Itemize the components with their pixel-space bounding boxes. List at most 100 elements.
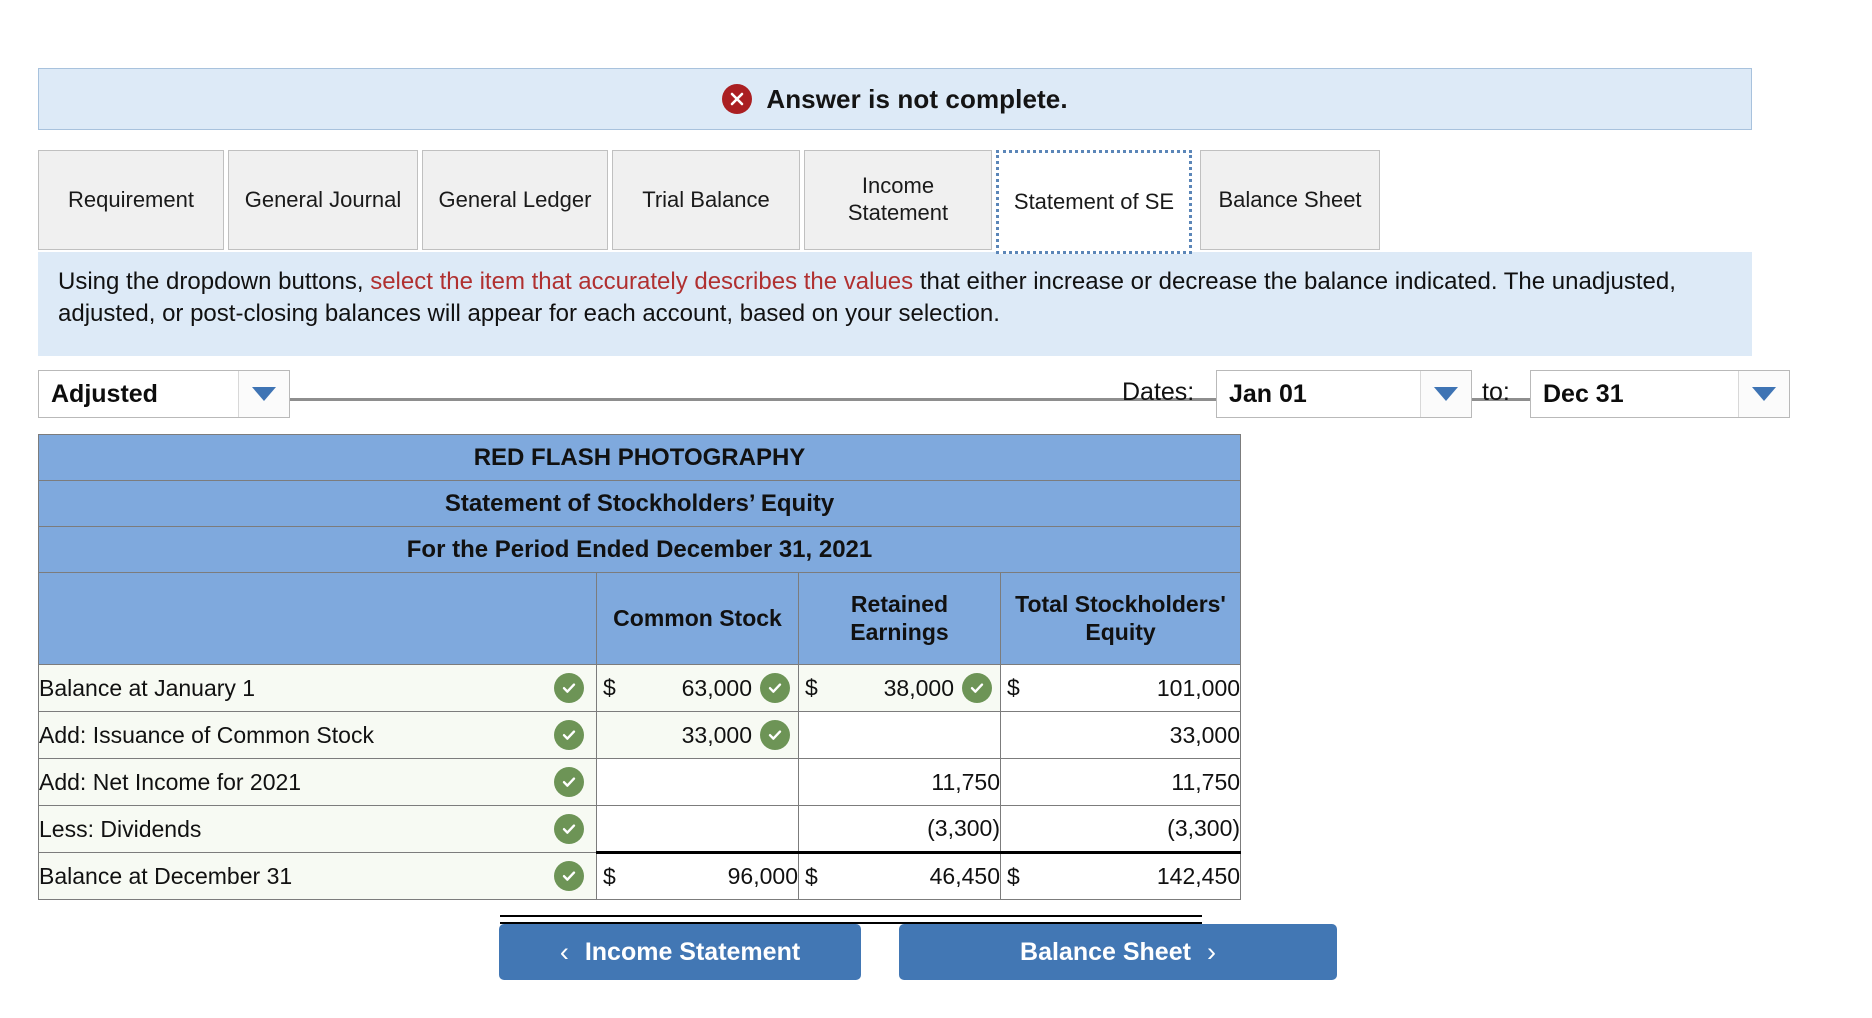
tab-statement-of-se[interactable]: Statement of SE bbox=[996, 150, 1192, 254]
alert-content: Answer is not complete. bbox=[722, 83, 1068, 115]
row-label: Add: Net Income for 2021 bbox=[39, 768, 302, 795]
alert-banner: Answer is not complete. bbox=[38, 68, 1752, 130]
column-header-blank bbox=[38, 572, 597, 665]
chevron-left-icon: ‹ bbox=[559, 936, 569, 967]
chevron-down-icon[interactable] bbox=[1738, 371, 1789, 417]
tabs-row: Requirement General Journal General Ledg… bbox=[38, 150, 1384, 254]
cell-common-stock: $ 96,000 bbox=[596, 851, 799, 900]
alert-message: Answer is not complete. bbox=[766, 83, 1068, 114]
table-row-title: Statement of Stockholders’ Equity bbox=[37, 480, 1242, 527]
cell-common-stock bbox=[596, 805, 799, 853]
tab-income-statement-label: Income Statement bbox=[847, 173, 949, 225]
error-x-icon bbox=[722, 84, 753, 114]
previous-income-statement-button[interactable]: ‹ Income Statement bbox=[499, 924, 861, 980]
table-row-total: Balance at December 31 $ 96,000 $ 46,450… bbox=[38, 851, 1242, 900]
cell-retained-earnings: $ 38,000 bbox=[798, 664, 1001, 712]
statement-title: Statement of Stockholders’ Equity bbox=[37, 480, 1242, 527]
tab-balance-sheet[interactable]: Balance Sheet bbox=[1200, 150, 1380, 250]
currency-symbol: $ bbox=[1007, 863, 1020, 889]
instruction-highlight: select the item that accurately describe… bbox=[370, 268, 914, 295]
cell-value: 101,000 bbox=[1156, 674, 1241, 701]
check-circle-icon bbox=[554, 673, 584, 703]
statement-period: For the Period Ended December 31, 2021 bbox=[37, 526, 1242, 573]
cell-total-se: $ 101,000 bbox=[999, 664, 1242, 712]
tab-general-journal-label: General Journal bbox=[244, 186, 402, 212]
currency-symbol: $ bbox=[603, 674, 616, 701]
cell-retained-earnings: $ 46,450 bbox=[798, 851, 1001, 900]
cell-value: (3,300) bbox=[1167, 815, 1241, 841]
cell-total-se: $ 142,450 bbox=[999, 851, 1242, 900]
total-double-underline bbox=[500, 915, 1202, 924]
column-header-common-stock: Common Stock bbox=[596, 572, 799, 665]
row-label-cell[interactable]: Less: Dividends bbox=[38, 805, 597, 853]
tab-statement-of-se-label: Statement of SE bbox=[1013, 188, 1175, 214]
balance-basis-dropdown[interactable]: Adjusted bbox=[38, 370, 290, 418]
tab-trial-balance[interactable]: Trial Balance bbox=[612, 150, 800, 250]
row-label-cell[interactable]: Add: Net Income for 2021 bbox=[38, 758, 597, 806]
check-circle-icon bbox=[554, 814, 584, 844]
tab-requirement-label: Requirement bbox=[68, 186, 194, 212]
row-label: Balance at January 1 bbox=[39, 674, 256, 701]
check-circle-icon bbox=[554, 767, 584, 797]
cell-total-se: 33,000 bbox=[999, 711, 1242, 759]
cell-value: 38,000 bbox=[883, 674, 954, 701]
next-button-label: Balance Sheet bbox=[1020, 937, 1191, 966]
cell-retained-earnings: (3,300) bbox=[798, 805, 1001, 853]
check-circle-icon bbox=[760, 720, 790, 750]
cell-common-stock: 33,000 bbox=[596, 711, 799, 759]
controls-row: Adjusted Dates: Jan 01 to: Dec 31 bbox=[38, 370, 1790, 420]
table-row-company: RED FLASH PHOTOGRAPHY bbox=[37, 434, 1242, 481]
cell-value: (3,300) bbox=[927, 815, 1000, 841]
row-label-cell[interactable]: Balance at December 31 bbox=[38, 852, 597, 900]
row-label-cell[interactable]: Add: Issuance of Common Stock bbox=[38, 711, 597, 759]
tab-income-statement[interactable]: Income Statement bbox=[804, 150, 992, 250]
previous-button-label: Income Statement bbox=[584, 937, 801, 966]
check-circle-icon bbox=[554, 861, 584, 891]
currency-symbol: $ bbox=[1007, 674, 1020, 701]
cell-value: 96,000 bbox=[727, 863, 798, 889]
column-header-total-se: Total Stockholders' Equity bbox=[999, 572, 1242, 665]
cell-value: 46,450 bbox=[929, 863, 1000, 889]
column-header-retained-earnings: Retained Earnings bbox=[798, 572, 1001, 665]
cell-value: 142,450 bbox=[1156, 863, 1241, 889]
cell-value: 33,000 bbox=[1169, 721, 1241, 748]
check-circle-icon bbox=[760, 673, 790, 703]
table-row: Add: Issuance of Common Stock 33,000 33,… bbox=[38, 711, 1242, 759]
currency-symbol: $ bbox=[805, 674, 818, 701]
cell-total-se: 11,750 bbox=[999, 758, 1242, 806]
tab-strip: Requirement General Journal General Ledg… bbox=[38, 150, 1752, 401]
table-row: Add: Net Income for 2021 11,750 11,750 bbox=[38, 758, 1242, 806]
cell-value: 11,750 bbox=[1171, 768, 1241, 795]
date-from-dropdown[interactable]: Jan 01 bbox=[1216, 370, 1472, 418]
instruction-panel: Using the dropdown buttons, select the i… bbox=[38, 252, 1752, 356]
tab-general-journal[interactable]: General Journal bbox=[228, 150, 418, 250]
cell-value: 33,000 bbox=[681, 721, 752, 748]
table-row: Balance at January 1 $ 63,000 $ 38,000 $… bbox=[38, 664, 1242, 712]
table-row-column-headers: Common Stock Retained Earnings Total Sto… bbox=[38, 572, 1242, 665]
next-balance-sheet-button[interactable]: Balance Sheet › bbox=[899, 924, 1337, 980]
company-name: RED FLASH PHOTOGRAPHY bbox=[37, 434, 1242, 481]
tab-requirement[interactable]: Requirement bbox=[38, 150, 224, 250]
date-to-value: Dec 31 bbox=[1543, 379, 1624, 408]
balance-basis-value: Adjusted bbox=[51, 379, 158, 408]
row-label-cell[interactable]: Balance at January 1 bbox=[38, 664, 597, 712]
row-label: Balance at December 31 bbox=[39, 862, 293, 889]
statement-of-se-page: Answer is not complete. Requirement Gene… bbox=[0, 0, 1872, 1018]
check-circle-icon bbox=[962, 673, 992, 703]
chevron-down-icon[interactable] bbox=[238, 371, 289, 417]
tab-general-ledger[interactable]: General Ledger bbox=[422, 150, 608, 250]
row-label: Less: Dividends bbox=[39, 815, 202, 842]
instruction-part1: Using the dropdown buttons, bbox=[58, 268, 371, 295]
cell-value: 63,000 bbox=[681, 674, 752, 701]
chevron-down-icon[interactable] bbox=[1420, 371, 1471, 417]
currency-symbol: $ bbox=[805, 863, 818, 889]
cell-common-stock bbox=[596, 758, 799, 806]
date-from-value: Jan 01 bbox=[1229, 379, 1307, 408]
table-row-period: For the Period Ended December 31, 2021 bbox=[37, 526, 1242, 573]
chevron-right-icon: › bbox=[1206, 936, 1216, 967]
date-to-dropdown[interactable]: Dec 31 bbox=[1530, 370, 1790, 418]
statement-of-stockholders-equity-table: RED FLASH PHOTOGRAPHY Statement of Stock… bbox=[37, 434, 1242, 900]
to-label: to: bbox=[1482, 378, 1510, 406]
cell-total-se: (3,300) bbox=[999, 805, 1242, 853]
currency-symbol: $ bbox=[603, 863, 616, 889]
